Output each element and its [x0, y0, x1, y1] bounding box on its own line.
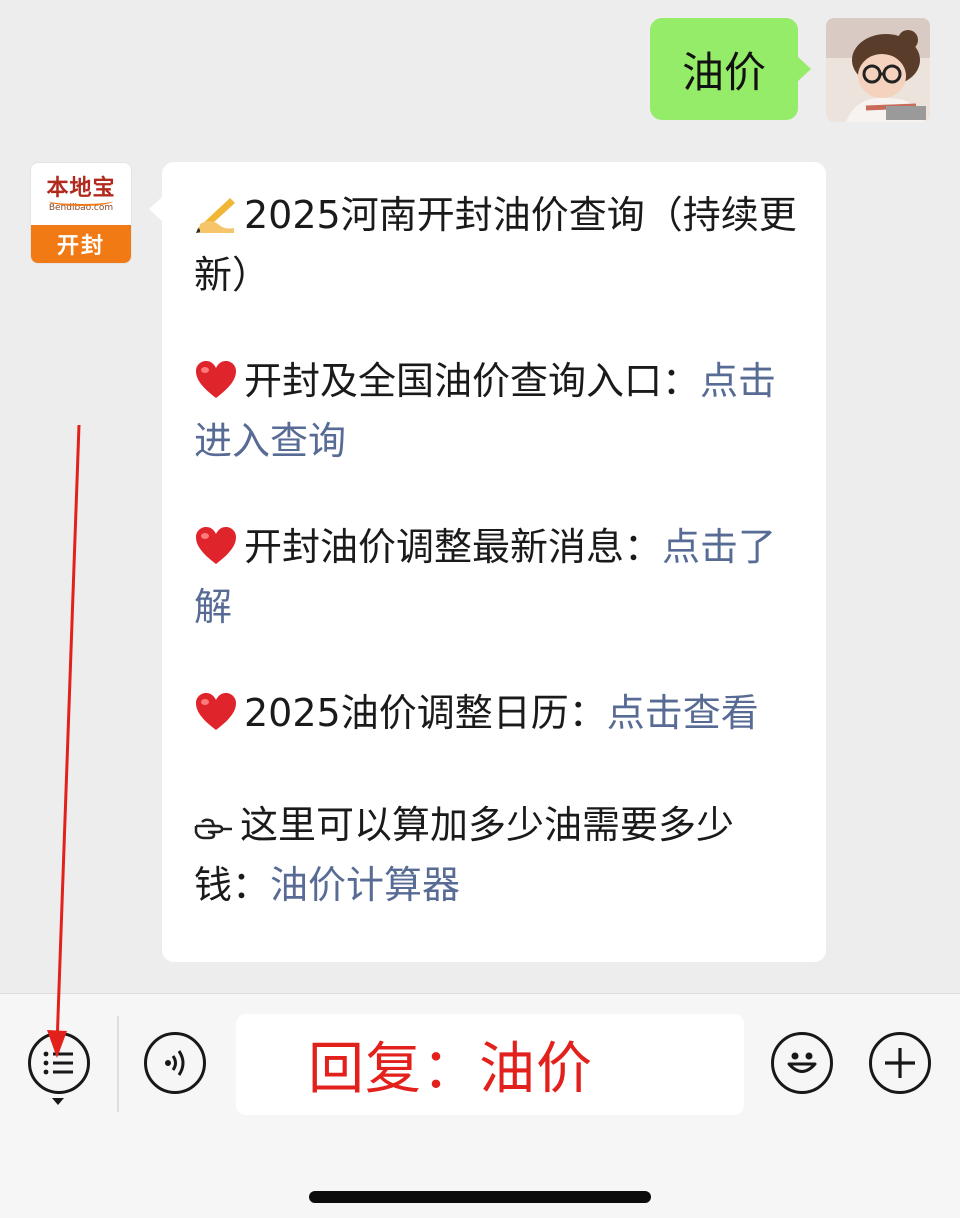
- red-heart-icon: [194, 692, 238, 746]
- calendar-item: 2025油价调整日历：点击查看: [194, 686, 800, 746]
- user-avatar-image: [826, 18, 930, 122]
- article-title[interactable]: 2025河南开封油价查询（持续更新）: [194, 188, 800, 302]
- article-title-text: 2025河南开封油价查询（持续更新）: [194, 193, 797, 297]
- latest-news-label: 开封油价调整最新消息：: [244, 525, 663, 569]
- brand-avatar[interactable]: 本地宝 Bendibao.com 开封: [30, 162, 132, 264]
- plus-icon: [885, 1048, 915, 1078]
- latest-news-item: 开封油价调整最新消息：点击了解: [194, 520, 800, 634]
- writing-hand-icon: [194, 194, 238, 248]
- brand-city: 开封: [31, 225, 131, 263]
- toolbar-divider: [117, 1016, 119, 1112]
- brand-logo: 本地宝 Bendibao.com: [31, 163, 131, 227]
- outgoing-bubble[interactable]: 油价: [649, 18, 812, 120]
- reply-instruction: 回复：油价: [308, 1037, 593, 1102]
- query-entry-item: 开封及全国油价查询入口：点击进入查询: [194, 354, 800, 468]
- message-input[interactable]: 回复：油价: [236, 1014, 744, 1115]
- incoming-message: 本地宝 Bendibao.com 开封 2025河南开封油价查询（持续更新） 开: [30, 162, 826, 962]
- menu-caret-icon: [52, 1098, 64, 1105]
- red-heart-icon: [194, 526, 238, 580]
- home-indicator[interactable]: [309, 1191, 651, 1203]
- red-heart-icon: [194, 360, 238, 414]
- menu-list-icon: [43, 1051, 73, 1075]
- emoji-face-icon: [787, 1052, 817, 1073]
- voice-icon: [165, 1050, 185, 1076]
- outgoing-text: 油价: [681, 47, 766, 97]
- query-entry-label: 开封及全国油价查询入口：: [244, 359, 701, 403]
- emoji-button[interactable]: [771, 1032, 833, 1094]
- input-bar: 回复：油价: [0, 993, 960, 1218]
- brand-logo-arc: [49, 196, 113, 206]
- incoming-bubble: 2025河南开封油价查询（持续更新） 开封及全国油价查询入口：点击进入查询 开封…: [149, 162, 826, 962]
- user-avatar[interactable]: [826, 18, 930, 122]
- menu-button[interactable]: [28, 1032, 90, 1094]
- plus-button[interactable]: [869, 1032, 931, 1094]
- outgoing-message: 油价: [649, 18, 930, 122]
- calendar-label: 2025油价调整日历：: [244, 691, 607, 735]
- voice-button[interactable]: [144, 1032, 206, 1094]
- calculator-item: 这里可以算加多少油需要多少钱：油价计算器: [194, 798, 800, 912]
- pointing-hand-icon: [194, 804, 234, 858]
- calendar-link[interactable]: 点击查看: [607, 691, 759, 735]
- calculator-link[interactable]: 油价计算器: [270, 863, 460, 907]
